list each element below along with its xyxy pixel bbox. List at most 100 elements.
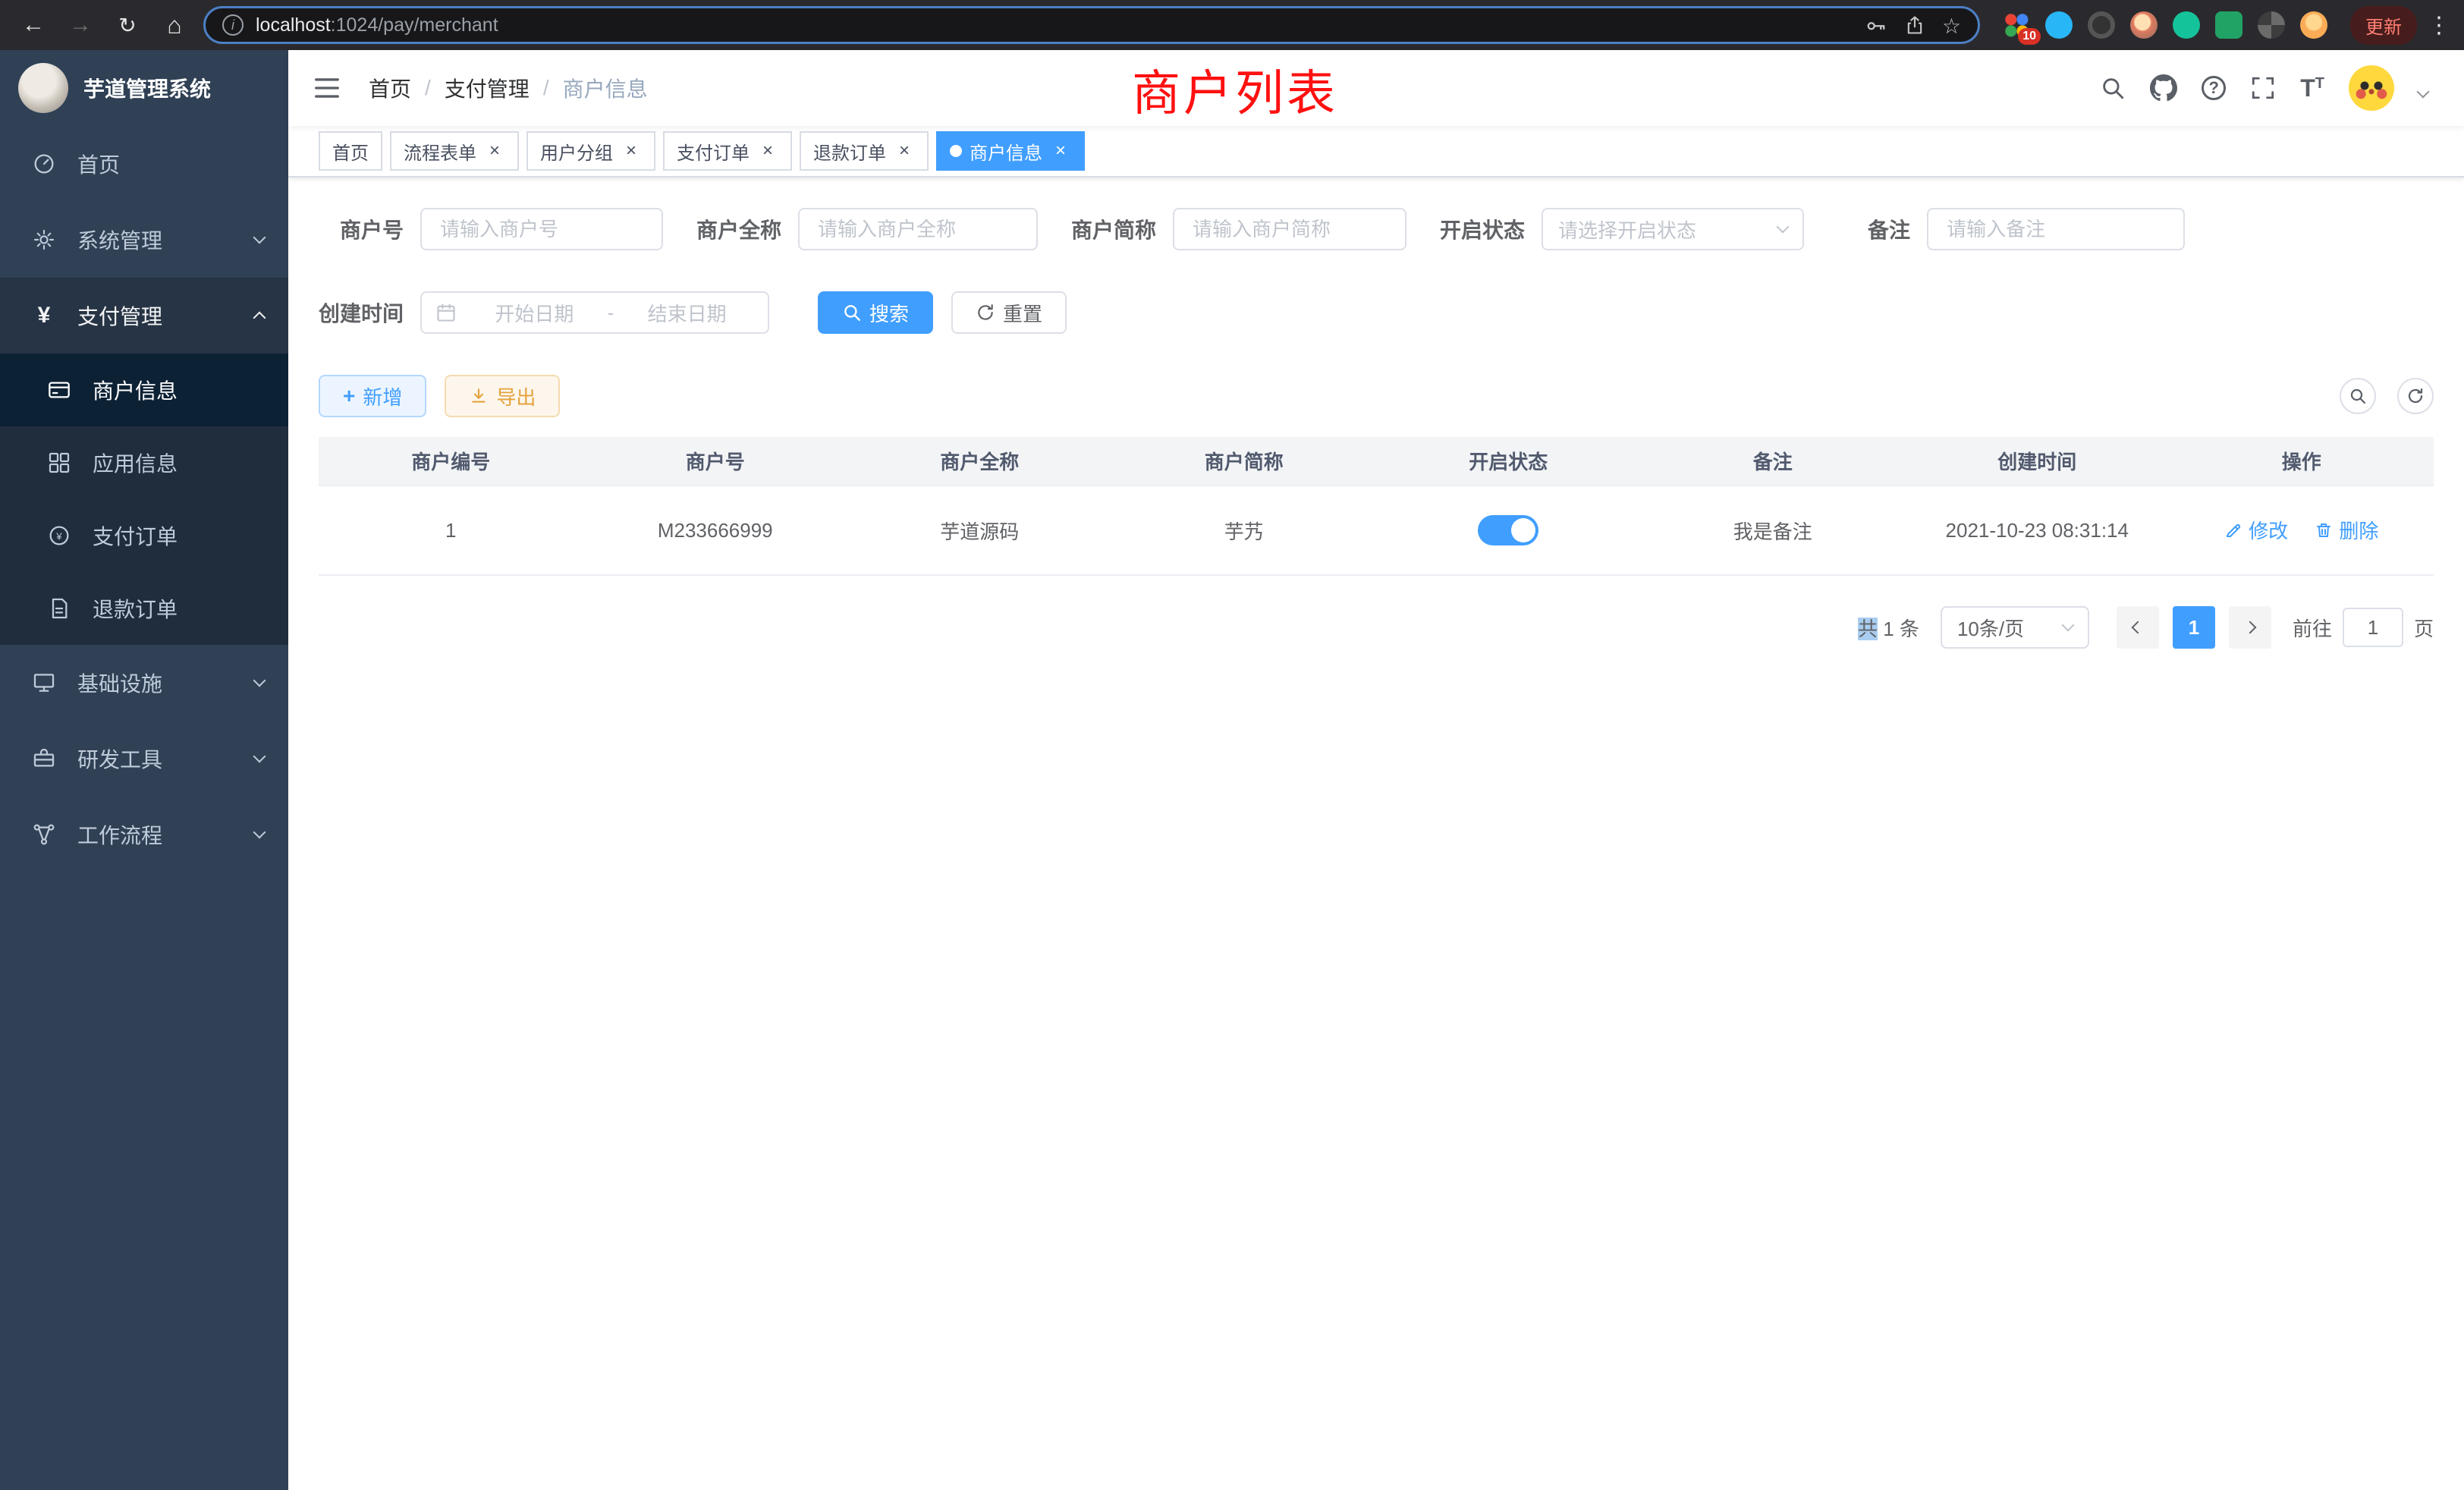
delete-link[interactable]: 删除 xyxy=(2315,516,2378,544)
share-icon[interactable] xyxy=(1904,14,1925,36)
status-toggle[interactable] xyxy=(1478,515,1538,545)
table-header-row: 商户编号 商户号 商户全称 商户简称 开启状态 备注 创建时间 操作 xyxy=(319,437,2434,486)
merchant-table: 商户编号 商户号 商户全称 商户简称 开启状态 备注 创建时间 操作 1 M23… xyxy=(319,437,2434,576)
sidebar-item-devtools[interactable]: 研发工具 xyxy=(0,721,288,797)
tab-process-form[interactable]: 流程表单 xyxy=(390,131,519,171)
sidebar-item-app-info[interactable]: 应用信息 xyxy=(0,426,288,499)
extension-icon-green-square[interactable] xyxy=(2215,11,2242,39)
sidebar-item-refund-order[interactable]: 退款订单 xyxy=(0,572,288,645)
dashboard-icon xyxy=(30,152,58,176)
sidebar-item-infrastructure[interactable]: 基础设施 xyxy=(0,645,288,721)
browser-home-icon[interactable] xyxy=(156,7,193,43)
close-icon[interactable] xyxy=(1050,140,1071,162)
svg-text:¥: ¥ xyxy=(55,530,62,542)
breadcrumb-merchant-info: 商户信息 xyxy=(563,73,648,103)
tab-merchant-info[interactable]: 商户信息 xyxy=(936,131,1085,171)
navbar-actions xyxy=(2100,65,2428,111)
merchant-no-input[interactable] xyxy=(420,208,663,250)
browser-profile-avatar[interactable] xyxy=(2300,11,2327,39)
breadcrumb-payment[interactable]: 支付管理 xyxy=(445,73,530,103)
close-icon[interactable] xyxy=(757,140,778,162)
site-info-icon[interactable] xyxy=(222,14,244,36)
extension-icon-dark[interactable] xyxy=(2088,11,2115,39)
sidebar-item-system[interactable]: 系统管理 xyxy=(0,202,288,278)
reset-button[interactable]: 重置 xyxy=(951,291,1067,334)
browser-menu-icon[interactable] xyxy=(2428,12,2449,39)
url-text[interactable]: localhost:1024/pay/merchant xyxy=(256,14,498,36)
chevron-down-icon xyxy=(2061,619,2074,632)
user-avatar[interactable] xyxy=(2349,65,2394,111)
col-merchant-id: 商户编号 xyxy=(319,437,583,486)
page-size-select[interactable]: 10条/页 xyxy=(1941,606,2089,649)
status-label: 开启状态 xyxy=(1440,214,1525,244)
sidebar-logo[interactable]: 芋道管理系统 xyxy=(0,50,288,126)
credit-card-icon xyxy=(46,378,73,402)
prev-page-button[interactable] xyxy=(2117,606,2159,649)
jump-suffix-label: 页 xyxy=(2414,614,2434,642)
apps-extension-icon[interactable]: 10 xyxy=(2003,11,2030,39)
edit-link[interactable]: 修改 xyxy=(2224,516,2288,544)
sidebar-item-home[interactable]: 首页 xyxy=(0,126,288,202)
next-page-button[interactable] xyxy=(2229,606,2271,649)
create-time-range[interactable]: 开始日期 - 结束日期 xyxy=(420,291,769,334)
bookmark-star-icon[interactable] xyxy=(1942,11,1961,39)
jump-page-input[interactable] xyxy=(2343,608,2403,647)
merchant-no-label: 商户号 xyxy=(319,214,404,244)
page-content: 商户号 商户全称 商户简称 开启状态 请选择开启状态 xyxy=(288,178,2464,1490)
sidebar-menu: 首页 系统管理 ¥ 支付管理 商户信息 xyxy=(0,126,288,872)
sidebar-item-pay-order[interactable]: ¥ 支付订单 xyxy=(0,499,288,572)
close-icon[interactable] xyxy=(484,140,505,162)
annotation-title: 商户列表 xyxy=(1132,55,1338,124)
chevron-down-icon xyxy=(255,832,264,837)
password-key-icon[interactable] xyxy=(1865,14,1887,36)
tab-refund-order[interactable]: 退款订单 xyxy=(800,131,929,171)
extensions-area: 10 xyxy=(2003,11,2327,39)
remark-input[interactable] xyxy=(1927,208,2185,250)
extension-icon-green-circle[interactable] xyxy=(2173,11,2200,39)
extension-icon-avatar[interactable] xyxy=(2130,11,2158,39)
short-name-input[interactable] xyxy=(1173,208,1406,250)
sidebar-item-payment[interactable]: ¥ 支付管理 xyxy=(0,278,288,354)
refresh-button[interactable] xyxy=(2397,378,2434,414)
search-button[interactable]: 搜索 xyxy=(818,291,933,334)
col-merchant-no: 商户号 xyxy=(583,437,848,486)
toolbox-icon xyxy=(30,747,58,771)
extension-badge: 10 xyxy=(2018,28,2041,45)
export-button[interactable]: 导出 xyxy=(445,375,560,417)
browser-back-icon[interactable] xyxy=(15,7,52,43)
table-toolbar: 新增 导出 xyxy=(319,375,2434,417)
payment-submenu: 商户信息 应用信息 ¥ 支付订单 xyxy=(0,354,288,645)
chevron-down-icon xyxy=(1777,221,1790,234)
github-icon[interactable] xyxy=(2150,74,2177,102)
sidebar-item-merchant-info[interactable]: 商户信息 xyxy=(0,354,288,426)
browser-update-button[interactable]: 更新 xyxy=(2350,6,2417,45)
col-full-name: 商户全称 xyxy=(847,437,1112,486)
extension-icon-blue[interactable] xyxy=(2045,11,2073,39)
tab-pay-order[interactable]: 支付订单 xyxy=(663,131,792,171)
close-icon[interactable] xyxy=(621,140,642,162)
top-navbar: 首页 / 支付管理 / 商户信息 xyxy=(288,50,2464,126)
breadcrumb-home[interactable]: 首页 xyxy=(369,73,411,103)
fullscreen-icon[interactable] xyxy=(2250,75,2276,101)
full-name-input[interactable] xyxy=(798,208,1038,250)
extension-icon-pinwheel[interactable] xyxy=(2258,11,2285,39)
status-select[interactable]: 请选择开启状态 xyxy=(1542,208,1804,250)
sidebar-item-workflow[interactable]: 工作流程 xyxy=(0,797,288,872)
help-icon[interactable] xyxy=(2202,76,2226,100)
main-panel: 首页 / 支付管理 / 商户信息 xyxy=(288,50,2464,1490)
font-size-icon[interactable] xyxy=(2300,76,2324,100)
hamburger-icon[interactable] xyxy=(313,74,341,102)
tab-user-group[interactable]: 用户分组 xyxy=(526,131,655,171)
browser-forward-icon[interactable] xyxy=(62,7,99,43)
address-bar[interactable]: localhost:1024/pay/merchant xyxy=(203,6,1980,44)
avatar-caret-icon[interactable] xyxy=(2418,74,2428,102)
sidebar: 芋道管理系统 首页 系统管理 ¥ 支付管理 xyxy=(0,50,288,1490)
browser-reload-icon[interactable] xyxy=(109,7,146,43)
close-icon[interactable] xyxy=(894,140,915,162)
search-icon[interactable] xyxy=(2100,75,2126,101)
add-button[interactable]: 新增 xyxy=(319,375,426,417)
toggle-search-button[interactable] xyxy=(2340,378,2376,414)
cell-remark: 我是备注 xyxy=(1641,486,1906,575)
tab-home[interactable]: 首页 xyxy=(319,131,382,171)
page-1-button[interactable]: 1 xyxy=(2173,606,2215,649)
